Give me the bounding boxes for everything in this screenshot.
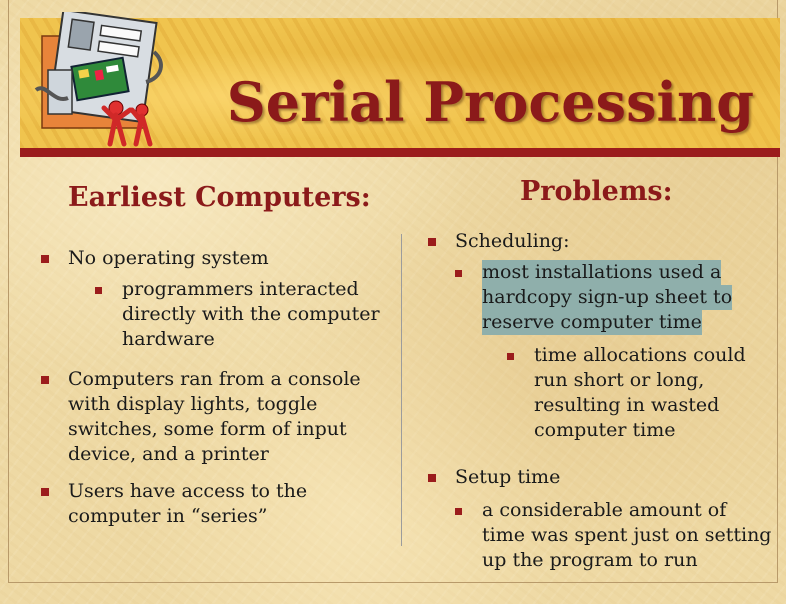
list-item-text: No operating system xyxy=(68,247,269,269)
list-item: Scheduling: xyxy=(428,229,570,254)
list-item-text: run short or long, xyxy=(534,369,705,391)
list-item: most installations used a hardcopy sign-… xyxy=(455,260,733,335)
list-item-text: Setup time xyxy=(455,466,561,488)
list-item: a considerable amount of time was spent … xyxy=(455,498,772,573)
list-item-text: Users have access to the xyxy=(68,480,308,502)
list-item-text: with display lights, toggle xyxy=(68,393,318,415)
list-item-text: computer time xyxy=(534,419,676,441)
list-item-text: programmers interacted xyxy=(122,278,359,300)
list-item-text: device, and a printer xyxy=(68,443,269,465)
list-item-text: time allocations could xyxy=(534,344,746,366)
list-item-text: time was spent just on setting xyxy=(482,524,772,546)
square-bullet-icon xyxy=(41,488,49,496)
list-item: Computers ran from a console with displa… xyxy=(41,367,361,467)
list-item-text: Computers ran from a console xyxy=(68,368,361,390)
list-item: No operating system xyxy=(41,246,269,271)
list-item-text: Scheduling: xyxy=(455,230,570,252)
list-item-text: hardware xyxy=(122,328,215,350)
square-bullet-icon xyxy=(41,255,49,263)
square-bullet-icon xyxy=(95,287,102,294)
list-item: time allocations could run short or long… xyxy=(507,343,746,443)
list-item-text: switches, some form of input xyxy=(68,418,347,440)
list-item-text: up the program to run xyxy=(482,549,698,571)
list-item-text: computer in “series” xyxy=(68,505,268,527)
square-bullet-icon xyxy=(428,474,436,482)
slide-title: Serial Processing xyxy=(226,70,754,134)
square-bullet-icon xyxy=(507,353,514,360)
square-bullet-icon xyxy=(455,270,462,277)
list-item: programmers interacted directly with the… xyxy=(95,277,380,352)
right-column-heading: Problems: xyxy=(520,176,673,207)
header-rule xyxy=(20,148,780,157)
list-item: Users have access to the computer in “se… xyxy=(41,479,308,529)
square-bullet-icon xyxy=(428,238,436,246)
column-divider xyxy=(401,234,402,546)
list-item-text: resulting in wasted xyxy=(534,394,720,416)
list-item-text: a considerable amount of xyxy=(482,499,727,521)
list-item-text: directly with the computer xyxy=(122,303,380,325)
square-bullet-icon xyxy=(455,508,462,515)
highlighted-text: hardcopy sign-up sheet to xyxy=(482,285,733,310)
left-column-heading: Earliest Computers: xyxy=(68,182,371,213)
list-item: Setup time xyxy=(428,465,561,490)
highlighted-text: reserve computer time xyxy=(482,310,702,335)
square-bullet-icon xyxy=(41,376,49,384)
highlighted-text: most installations used a xyxy=(482,260,722,285)
computer-repair-clipart-icon xyxy=(34,12,163,147)
